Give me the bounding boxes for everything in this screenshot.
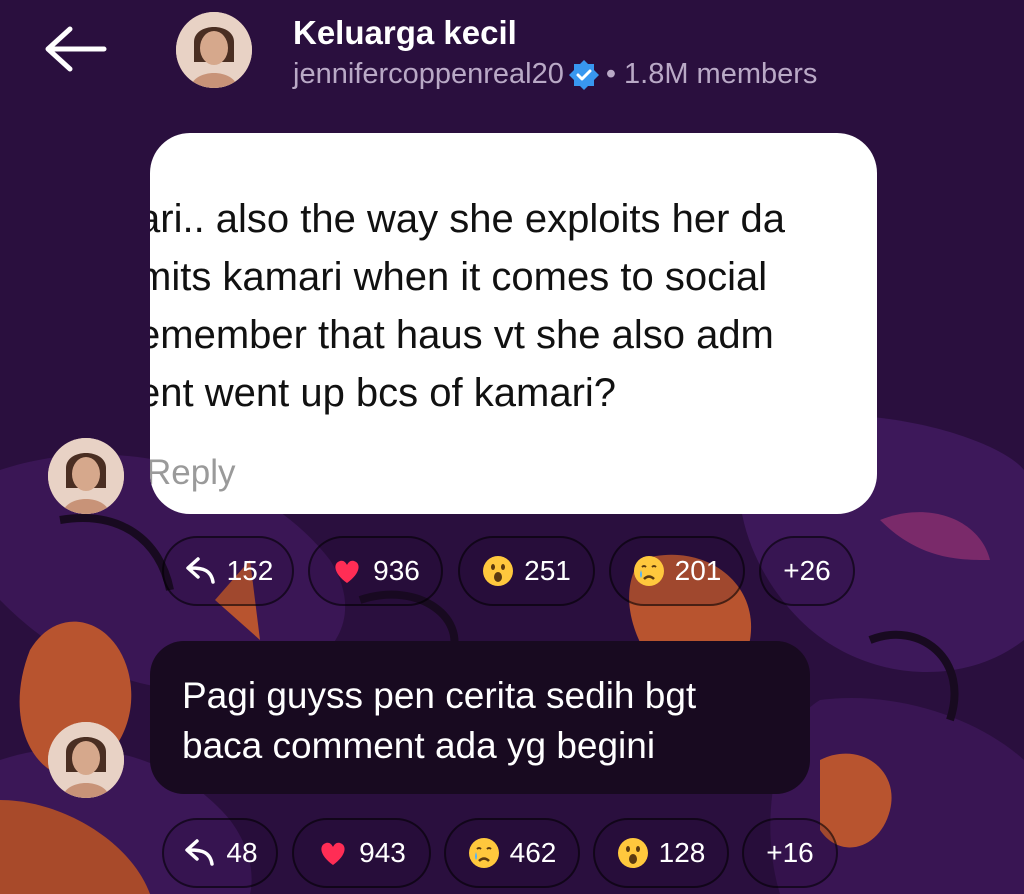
arrow-left-icon (45, 26, 107, 72)
reaction-count: 152 (226, 555, 274, 586)
reaction-crying[interactable]: 462 (444, 818, 580, 888)
reaction-heart[interactable]: 943 (292, 818, 431, 888)
reaction-count: 48 (226, 837, 258, 868)
channel-username: jennifercoppenreal20 (293, 58, 564, 90)
reaction-count: 251 (524, 555, 571, 586)
surprised-face-icon (617, 838, 648, 868)
channel-subtitle: jennifercoppenreal20 • 1.8M members (293, 58, 817, 91)
avatar-portrait (176, 12, 252, 88)
more-reactions-button[interactable]: +26 (759, 536, 855, 606)
reaction-crying[interactable]: 201 (609, 536, 745, 606)
shared-line-3: emember that haus vt she also adm (150, 313, 774, 357)
reaction-reply[interactable]: 48 (162, 818, 278, 888)
channel-avatar[interactable] (176, 12, 252, 88)
more-reactions-count: +16 (766, 837, 814, 868)
heart-icon (335, 560, 359, 583)
text-message-bubble[interactable]: Pagi guyss pen cerita sedih bgt baca com… (150, 641, 810, 794)
reply-label: Reply (150, 453, 236, 492)
reaction-surprised[interactable]: 128 (593, 818, 729, 888)
heart-icon (321, 842, 345, 865)
avatar-portrait (48, 438, 124, 514)
more-reactions-count: +26 (783, 555, 831, 586)
shared-line-2: mits kamari when it comes to social (150, 255, 768, 299)
channel-title: Keluarga kecil (293, 14, 517, 51)
reaction-count: 936 (373, 555, 420, 586)
shared-line-4: ent went up bcs of kamari? (150, 371, 617, 415)
member-count: 1.8M members (624, 58, 818, 90)
separator-dot: • (605, 58, 617, 90)
shared-line-1: ari.. also the way she exploits her da (150, 197, 786, 241)
avatar-portrait (48, 722, 124, 798)
reaction-count: 943 (359, 837, 406, 868)
reaction-count: 201 (674, 555, 722, 586)
crying-face-icon (468, 838, 499, 868)
surprised-face-icon (483, 556, 514, 586)
reaction-reply[interactable]: 152 (162, 536, 294, 606)
sender-avatar[interactable] (48, 722, 124, 798)
reaction-count: 128 (658, 837, 706, 868)
message-line-2: baca comment ada yg begini (182, 725, 656, 766)
back-button[interactable] (40, 24, 110, 74)
verified-badge-icon (568, 59, 599, 90)
reaction-surprised[interactable]: 251 (458, 536, 595, 606)
message-text: Pagi guyss pen cerita sedih bgt baca com… (182, 671, 696, 771)
reply-icon (185, 557, 215, 584)
message-line-1: Pagi guyss pen cerita sedih bgt (182, 675, 697, 716)
sender-avatar[interactable] (48, 438, 124, 514)
reaction-count: 462 (509, 837, 557, 868)
reply-icon (185, 839, 215, 866)
crying-face-icon (633, 556, 664, 586)
reaction-heart[interactable]: 936 (308, 536, 443, 606)
shared-image-message[interactable]: ari.. also the way she exploits her da m… (150, 133, 877, 514)
more-reactions-button[interactable]: +16 (742, 818, 838, 888)
